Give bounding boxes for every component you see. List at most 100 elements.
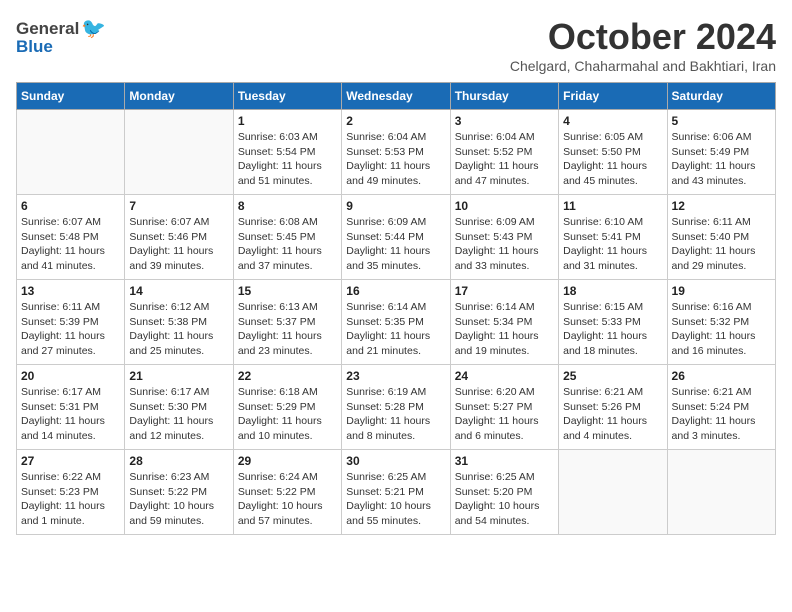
calendar-cell: 21 Sunrise: 6:17 AM Sunset: 5:30 PM Dayli… [125, 365, 233, 450]
day-number: 1 [238, 114, 337, 128]
day-info: Sunrise: 6:11 AM Sunset: 5:39 PM Dayligh… [21, 300, 120, 359]
calendar-table: SundayMondayTuesdayWednesdayThursdayFrid… [16, 82, 776, 535]
day-info: Sunrise: 6:21 AM Sunset: 5:24 PM Dayligh… [672, 385, 771, 444]
calendar-cell: 23 Sunrise: 6:19 AM Sunset: 5:28 PM Dayli… [342, 365, 450, 450]
weekday-header-friday: Friday [559, 83, 667, 110]
day-number: 21 [129, 369, 228, 383]
calendar-cell: 22 Sunrise: 6:18 AM Sunset: 5:29 PM Dayli… [233, 365, 341, 450]
day-info: Sunrise: 6:08 AM Sunset: 5:45 PM Dayligh… [238, 215, 337, 274]
calendar-cell: 9 Sunrise: 6:09 AM Sunset: 5:44 PM Daylig… [342, 195, 450, 280]
day-number: 18 [563, 284, 662, 298]
day-info: Sunrise: 6:19 AM Sunset: 5:28 PM Dayligh… [346, 385, 445, 444]
calendar-cell: 27 Sunrise: 6:22 AM Sunset: 5:23 PM Dayli… [17, 450, 125, 535]
calendar-cell: 6Sunrise: 6:07 AM Sunset: 5:48 PM Daylig… [17, 195, 125, 280]
day-number: 17 [455, 284, 554, 298]
calendar-cell: 12 Sunrise: 6:11 AM Sunset: 5:40 PM Dayli… [667, 195, 775, 280]
day-info: Sunrise: 6:20 AM Sunset: 5:27 PM Dayligh… [455, 385, 554, 444]
day-number: 6 [21, 199, 120, 213]
calendar-cell: 11Sunrise: 6:10 AM Sunset: 5:41 PM Dayli… [559, 195, 667, 280]
day-info: Sunrise: 6:09 AM Sunset: 5:44 PM Dayligh… [346, 215, 445, 274]
day-info: Sunrise: 6:03 AM Sunset: 5:54 PM Dayligh… [238, 130, 337, 189]
calendar-cell: 5Sunrise: 6:06 AM Sunset: 5:49 PM Daylig… [667, 110, 775, 195]
day-number: 25 [563, 369, 662, 383]
day-number: 12 [672, 199, 771, 213]
day-info: Sunrise: 6:12 AM Sunset: 5:38 PM Dayligh… [129, 300, 228, 359]
day-info: Sunrise: 6:24 AM Sunset: 5:22 PM Dayligh… [238, 470, 337, 529]
day-number: 31 [455, 454, 554, 468]
calendar-cell: 7 Sunrise: 6:07 AM Sunset: 5:46 PM Daylig… [125, 195, 233, 280]
weekday-header-saturday: Saturday [667, 83, 775, 110]
calendar-cell: 28 Sunrise: 6:23 AM Sunset: 5:22 PM Dayli… [125, 450, 233, 535]
day-info: Sunrise: 6:13 AM Sunset: 5:37 PM Dayligh… [238, 300, 337, 359]
calendar-cell: 17 Sunrise: 6:14 AM Sunset: 5:34 PM Dayli… [450, 280, 558, 365]
calendar-cell: 24 Sunrise: 6:20 AM Sunset: 5:27 PM Dayli… [450, 365, 558, 450]
calendar-cell: 1 Sunrise: 6:03 AM Sunset: 5:54 PM Daylig… [233, 110, 341, 195]
day-info: Sunrise: 6:17 AM Sunset: 5:31 PM Dayligh… [21, 385, 120, 444]
day-info: Sunrise: 6:06 AM Sunset: 5:49 PM Dayligh… [672, 130, 771, 189]
calendar-cell: 18 Sunrise: 6:15 AM Sunset: 5:33 PM Dayli… [559, 280, 667, 365]
day-info: Sunrise: 6:07 AM Sunset: 5:46 PM Dayligh… [129, 215, 228, 274]
title-area: October 2024 Chelgard, Chaharmahal and B… [510, 16, 776, 74]
calendar-cell [667, 450, 775, 535]
weekday-header-thursday: Thursday [450, 83, 558, 110]
month-title: October 2024 [510, 16, 776, 58]
week-row-2: 6Sunrise: 6:07 AM Sunset: 5:48 PM Daylig… [17, 195, 776, 280]
day-number: 22 [238, 369, 337, 383]
day-number: 24 [455, 369, 554, 383]
week-row-4: 20 Sunrise: 6:17 AM Sunset: 5:31 PM Dayli… [17, 365, 776, 450]
week-row-3: 13 Sunrise: 6:11 AM Sunset: 5:39 PM Dayli… [17, 280, 776, 365]
day-info: Sunrise: 6:18 AM Sunset: 5:29 PM Dayligh… [238, 385, 337, 444]
logo-text-general: General [16, 19, 79, 39]
day-number: 29 [238, 454, 337, 468]
calendar-cell: 15 Sunrise: 6:13 AM Sunset: 5:37 PM Dayli… [233, 280, 341, 365]
day-number: 14 [129, 284, 228, 298]
day-number: 16 [346, 284, 445, 298]
day-number: 4 [563, 114, 662, 128]
day-info: Sunrise: 6:21 AM Sunset: 5:26 PM Dayligh… [563, 385, 662, 444]
day-info: Sunrise: 6:04 AM Sunset: 5:52 PM Dayligh… [455, 130, 554, 189]
day-number: 26 [672, 369, 771, 383]
calendar-cell: 31 Sunrise: 6:25 AM Sunset: 5:20 PM Dayli… [450, 450, 558, 535]
day-info: Sunrise: 6:15 AM Sunset: 5:33 PM Dayligh… [563, 300, 662, 359]
day-info: Sunrise: 6:23 AM Sunset: 5:22 PM Dayligh… [129, 470, 228, 529]
calendar-cell [125, 110, 233, 195]
day-number: 27 [21, 454, 120, 468]
day-info: Sunrise: 6:22 AM Sunset: 5:23 PM Dayligh… [21, 470, 120, 529]
day-number: 20 [21, 369, 120, 383]
day-number: 3 [455, 114, 554, 128]
day-info: Sunrise: 6:14 AM Sunset: 5:34 PM Dayligh… [455, 300, 554, 359]
day-number: 8 [238, 199, 337, 213]
calendar-cell: 8 Sunrise: 6:08 AM Sunset: 5:45 PM Daylig… [233, 195, 341, 280]
day-info: Sunrise: 6:10 AM Sunset: 5:41 PM Dayligh… [563, 215, 662, 274]
day-number: 15 [238, 284, 337, 298]
calendar-cell: 2Sunrise: 6:04 AM Sunset: 5:53 PM Daylig… [342, 110, 450, 195]
day-info: Sunrise: 6:09 AM Sunset: 5:43 PM Dayligh… [455, 215, 554, 274]
weekday-header-row: SundayMondayTuesdayWednesdayThursdayFrid… [17, 83, 776, 110]
calendar-cell: 10 Sunrise: 6:09 AM Sunset: 5:43 PM Dayli… [450, 195, 558, 280]
day-info: Sunrise: 6:25 AM Sunset: 5:21 PM Dayligh… [346, 470, 445, 529]
logo-bird-icon: 🐦 [81, 16, 106, 41]
day-number: 28 [129, 454, 228, 468]
week-row-1: 1 Sunrise: 6:03 AM Sunset: 5:54 PM Daylig… [17, 110, 776, 195]
day-number: 9 [346, 199, 445, 213]
day-info: Sunrise: 6:11 AM Sunset: 5:40 PM Dayligh… [672, 215, 771, 274]
day-number: 23 [346, 369, 445, 383]
calendar-cell: 16Sunrise: 6:14 AM Sunset: 5:35 PM Dayli… [342, 280, 450, 365]
day-number: 10 [455, 199, 554, 213]
weekday-header-wednesday: Wednesday [342, 83, 450, 110]
calendar-cell: 14 Sunrise: 6:12 AM Sunset: 5:38 PM Dayli… [125, 280, 233, 365]
day-number: 30 [346, 454, 445, 468]
day-number: 7 [129, 199, 228, 213]
logo-text-blue: Blue [16, 37, 53, 57]
logo: General 🐦 Blue [16, 16, 106, 57]
calendar-cell: 26 Sunrise: 6:21 AM Sunset: 5:24 PM Dayli… [667, 365, 775, 450]
day-info: Sunrise: 6:16 AM Sunset: 5:32 PM Dayligh… [672, 300, 771, 359]
day-number: 13 [21, 284, 120, 298]
weekday-header-tuesday: Tuesday [233, 83, 341, 110]
calendar-cell: 29 Sunrise: 6:24 AM Sunset: 5:22 PM Dayli… [233, 450, 341, 535]
day-info: Sunrise: 6:17 AM Sunset: 5:30 PM Dayligh… [129, 385, 228, 444]
calendar-cell: 20 Sunrise: 6:17 AM Sunset: 5:31 PM Dayli… [17, 365, 125, 450]
calendar-cell: 19Sunrise: 6:16 AM Sunset: 5:32 PM Dayli… [667, 280, 775, 365]
calendar-cell [17, 110, 125, 195]
day-info: Sunrise: 6:25 AM Sunset: 5:20 PM Dayligh… [455, 470, 554, 529]
